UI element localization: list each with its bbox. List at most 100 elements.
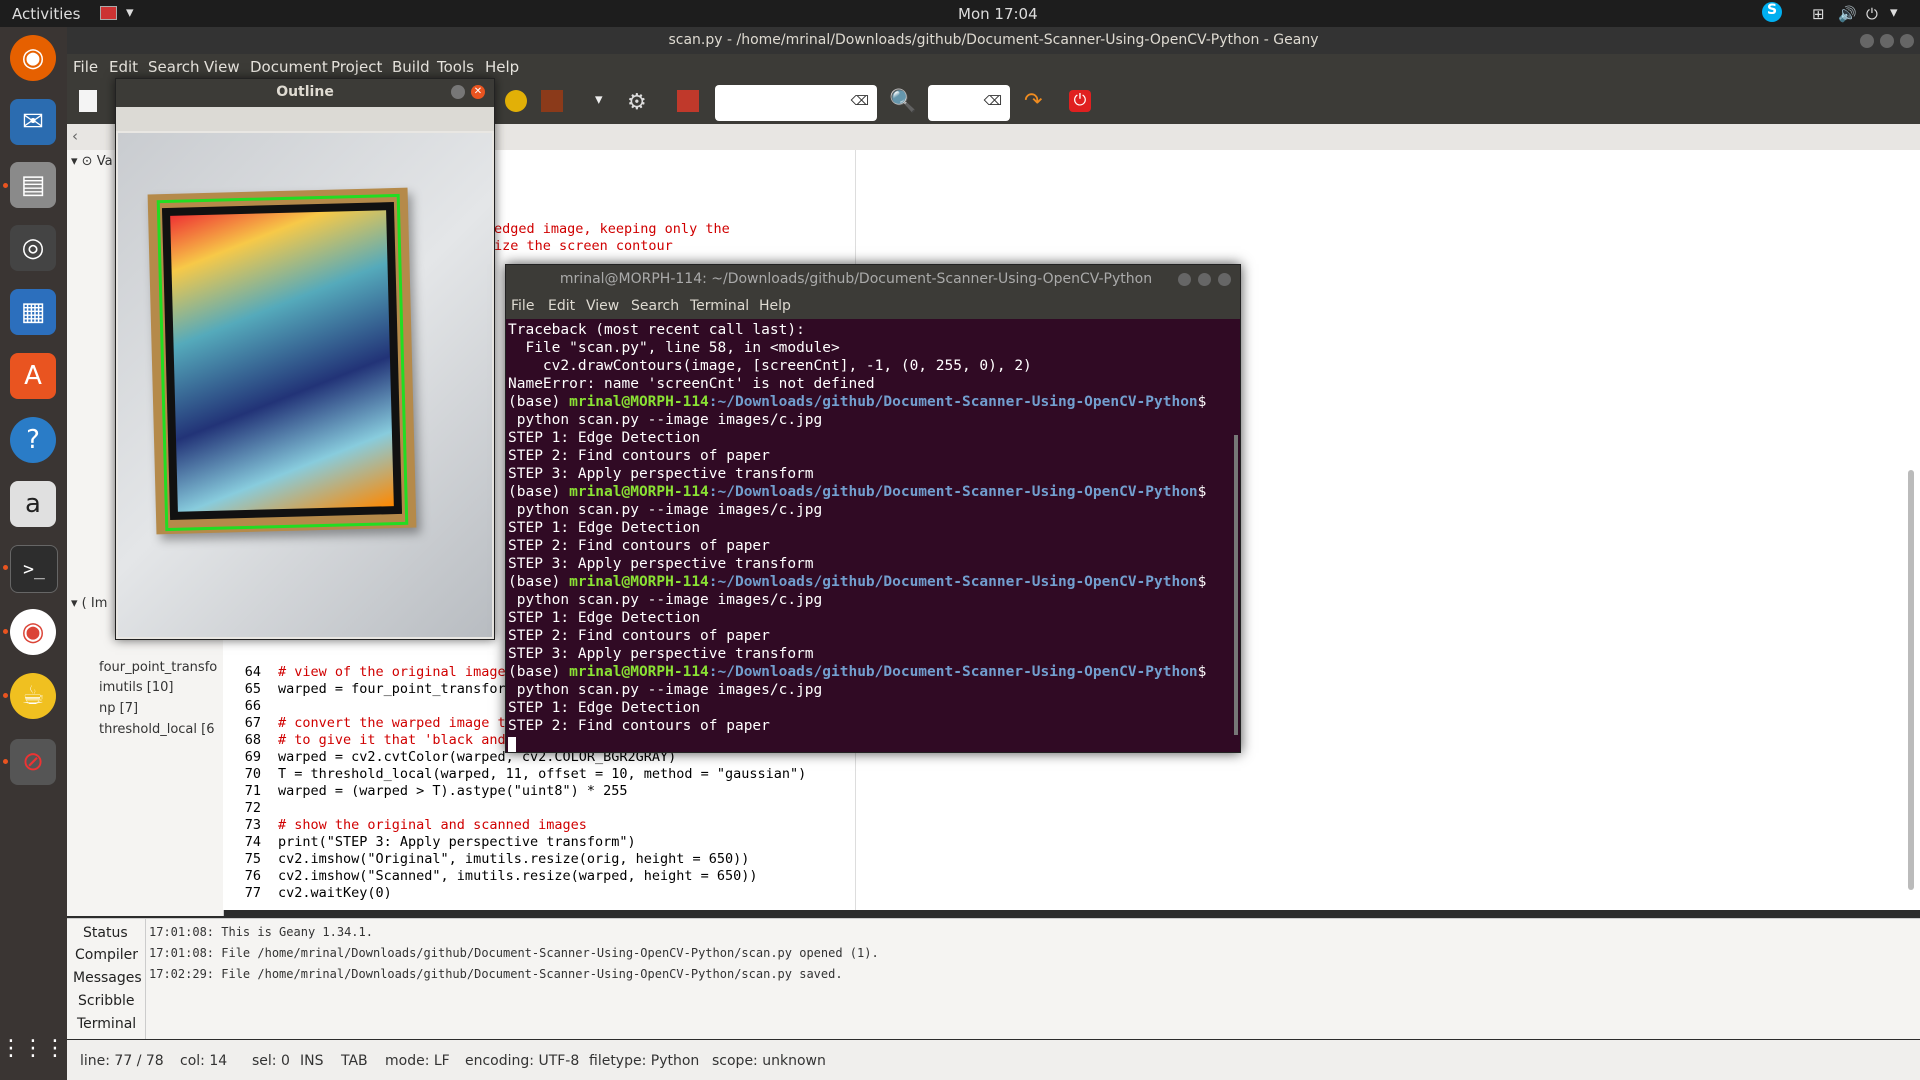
color-chooser-icon[interactable] (677, 90, 699, 112)
status-message: 17:01:08: This is Geany 1.34.1. (149, 925, 373, 939)
menu-search[interactable]: Search (631, 298, 679, 314)
amazon-icon[interactable]: a (10, 481, 56, 527)
sidebar-item-np[interactable]: np [7] (99, 701, 138, 716)
show-apps-icon[interactable]: ⋮⋮⋮ (0, 1025, 66, 1071)
detected-contour (156, 193, 409, 532)
rhythmbox-icon[interactable]: ◎ (10, 225, 56, 271)
software-icon[interactable]: A (10, 353, 56, 399)
menu-project[interactable]: Project (331, 58, 382, 76)
tree-variables[interactable]: ▾ ⊙ Va (71, 154, 113, 169)
close-button[interactable]: ✕ (471, 85, 485, 99)
outline-image (118, 133, 492, 637)
search-icon[interactable]: 🔍 (889, 89, 916, 114)
power-icon[interactable]: ⏻ (1866, 5, 1878, 23)
network-icon[interactable]: ⊞ (1812, 5, 1825, 23)
menu-build[interactable]: Build (392, 58, 430, 76)
clear-icon[interactable]: ⌫ (851, 94, 869, 109)
tab-compiler[interactable]: Compiler (75, 947, 138, 963)
menu-edit[interactable]: Edit (109, 58, 138, 76)
python-window-icon[interactable]: ⊘ (10, 739, 56, 785)
terminal-line: STEP 3: Apply perspective transform (508, 466, 814, 482)
search-input[interactable]: ⌫ (715, 85, 877, 121)
files-icon[interactable]: ▤ (10, 162, 56, 208)
terminal-icon[interactable]: >_ (10, 545, 58, 593)
menu-file[interactable]: File (73, 58, 98, 76)
build-icon[interactable] (541, 90, 563, 112)
geany-icon[interactable]: ☕ (10, 673, 56, 719)
menu-file[interactable]: File (511, 298, 534, 314)
maximize-button[interactable] (1880, 34, 1894, 48)
window-title-bar: scan.py - /home/mrinal/Downloads/github/… (67, 27, 1920, 54)
tab-messages[interactable]: Messages (73, 970, 142, 986)
code-line: cv2.imshow("Scanned", imutils.resize(war… (278, 868, 758, 884)
chevron-down-icon[interactable]: ▾ (595, 90, 603, 108)
terminal-line: Traceback (most recent call last): (508, 322, 805, 338)
menu-search[interactable]: Search (148, 58, 200, 76)
app-indicator-icon[interactable] (100, 6, 117, 20)
quit-icon[interactable]: ⏻ (1069, 90, 1091, 112)
scrollbar[interactable] (1908, 470, 1914, 890)
terminal-line: STEP 1: Edge Detection (508, 520, 701, 536)
thunderbird-icon[interactable]: ✉ (10, 99, 56, 145)
line-number: 66 (244, 698, 261, 714)
volume-icon[interactable]: 🔊 (1838, 5, 1857, 23)
minimize-button[interactable] (451, 85, 465, 99)
scrollbar[interactable] (1234, 435, 1238, 735)
chevron-down-icon[interactable]: ▾ (126, 3, 134, 21)
status-encoding: encoding: UTF-8 (465, 1053, 580, 1069)
sidebar-item-threshold-local[interactable]: threshold_local [6 (99, 722, 215, 737)
menu-help[interactable]: Help (485, 58, 519, 76)
menu-document[interactable]: Document (250, 58, 328, 76)
new-file-icon[interactable] (79, 90, 97, 112)
status-bar: line: 77 / 78 col: 14 sel: 0 INS TAB mod… (67, 1040, 1920, 1080)
minimize-button[interactable] (1178, 273, 1191, 286)
menu-view[interactable]: View (204, 58, 240, 76)
minimize-button[interactable] (1860, 34, 1874, 48)
help-icon[interactable]: ? (10, 417, 56, 463)
clock[interactable]: Mon 17:04 (958, 5, 1038, 23)
terminal-line: cv2.drawContours(image, [screenCnt], -1,… (508, 358, 1032, 374)
status-ins: INS (300, 1053, 324, 1069)
close-button[interactable] (1900, 34, 1914, 48)
tab-scribble[interactable]: Scribble (78, 993, 135, 1009)
code-line: # view of the original image (278, 664, 506, 680)
sidebar-item-imutils[interactable]: imutils [10] (99, 680, 173, 695)
jump-icon[interactable]: ↷ (1024, 89, 1042, 114)
terminal-menu-bar: File Edit View Search Terminal Help (506, 295, 1240, 319)
clear-icon[interactable]: ⌫ (984, 94, 1002, 109)
menu-tools[interactable]: Tools (437, 58, 474, 76)
skype-icon[interactable]: S (1762, 2, 1782, 22)
line-number: 68 (244, 732, 261, 748)
writer-icon[interactable]: ▦ (10, 289, 56, 335)
terminal-cursor (508, 737, 516, 752)
status-message: 17:01:08: File /home/mrinal/Downloads/gi… (149, 946, 879, 960)
chrome-icon[interactable]: ◉ (10, 609, 56, 655)
chevron-down-icon[interactable]: ▾ (1890, 3, 1898, 21)
tab-status[interactable]: Status (83, 925, 128, 941)
code-line: T = threshold_local(warped, 11, offset =… (278, 766, 807, 782)
terminal-prompt: (base) mrinal@MORPH-114:~/Downloads/gith… (508, 664, 1207, 680)
sidebar-item-four-point-transform[interactable]: four_point_transfo (99, 660, 217, 675)
maximize-button[interactable] (1198, 273, 1211, 286)
terminal-command: python scan.py --image images/c.jpg (508, 682, 823, 698)
terminal-line: STEP 2: Find contours of paper (508, 628, 770, 644)
menu-view[interactable]: View (586, 298, 619, 314)
tree-imports[interactable]: ▾ ( Im (71, 596, 107, 611)
terminal-line: NameError: name 'screenCnt' is not defin… (508, 376, 875, 392)
menu-terminal[interactable]: Terminal (690, 298, 749, 314)
chevron-left-icon[interactable]: ‹ (72, 127, 78, 145)
firefox-icon[interactable]: ◉ (10, 35, 56, 81)
status-tab: TAB (341, 1053, 368, 1069)
code-line: print("STEP 3: Apply perspective transfo… (278, 834, 636, 850)
compile-icon[interactable] (505, 90, 527, 112)
code-line: # show the original and scanned images (278, 817, 587, 833)
close-button[interactable] (1218, 273, 1231, 286)
terminal-window[interactable]: mrinal@MORPH-114: ~/Downloads/github/Doc… (505, 264, 1241, 753)
goto-line-input[interactable]: ⌫ (928, 85, 1010, 121)
preferences-icon[interactable]: ⚙ (627, 90, 647, 115)
menu-help[interactable]: Help (759, 298, 791, 314)
activities-button[interactable]: Activities (12, 5, 80, 23)
status-mode: mode: LF (385, 1053, 450, 1069)
tab-terminal[interactable]: Terminal (77, 1016, 136, 1032)
menu-edit[interactable]: Edit (548, 298, 575, 314)
